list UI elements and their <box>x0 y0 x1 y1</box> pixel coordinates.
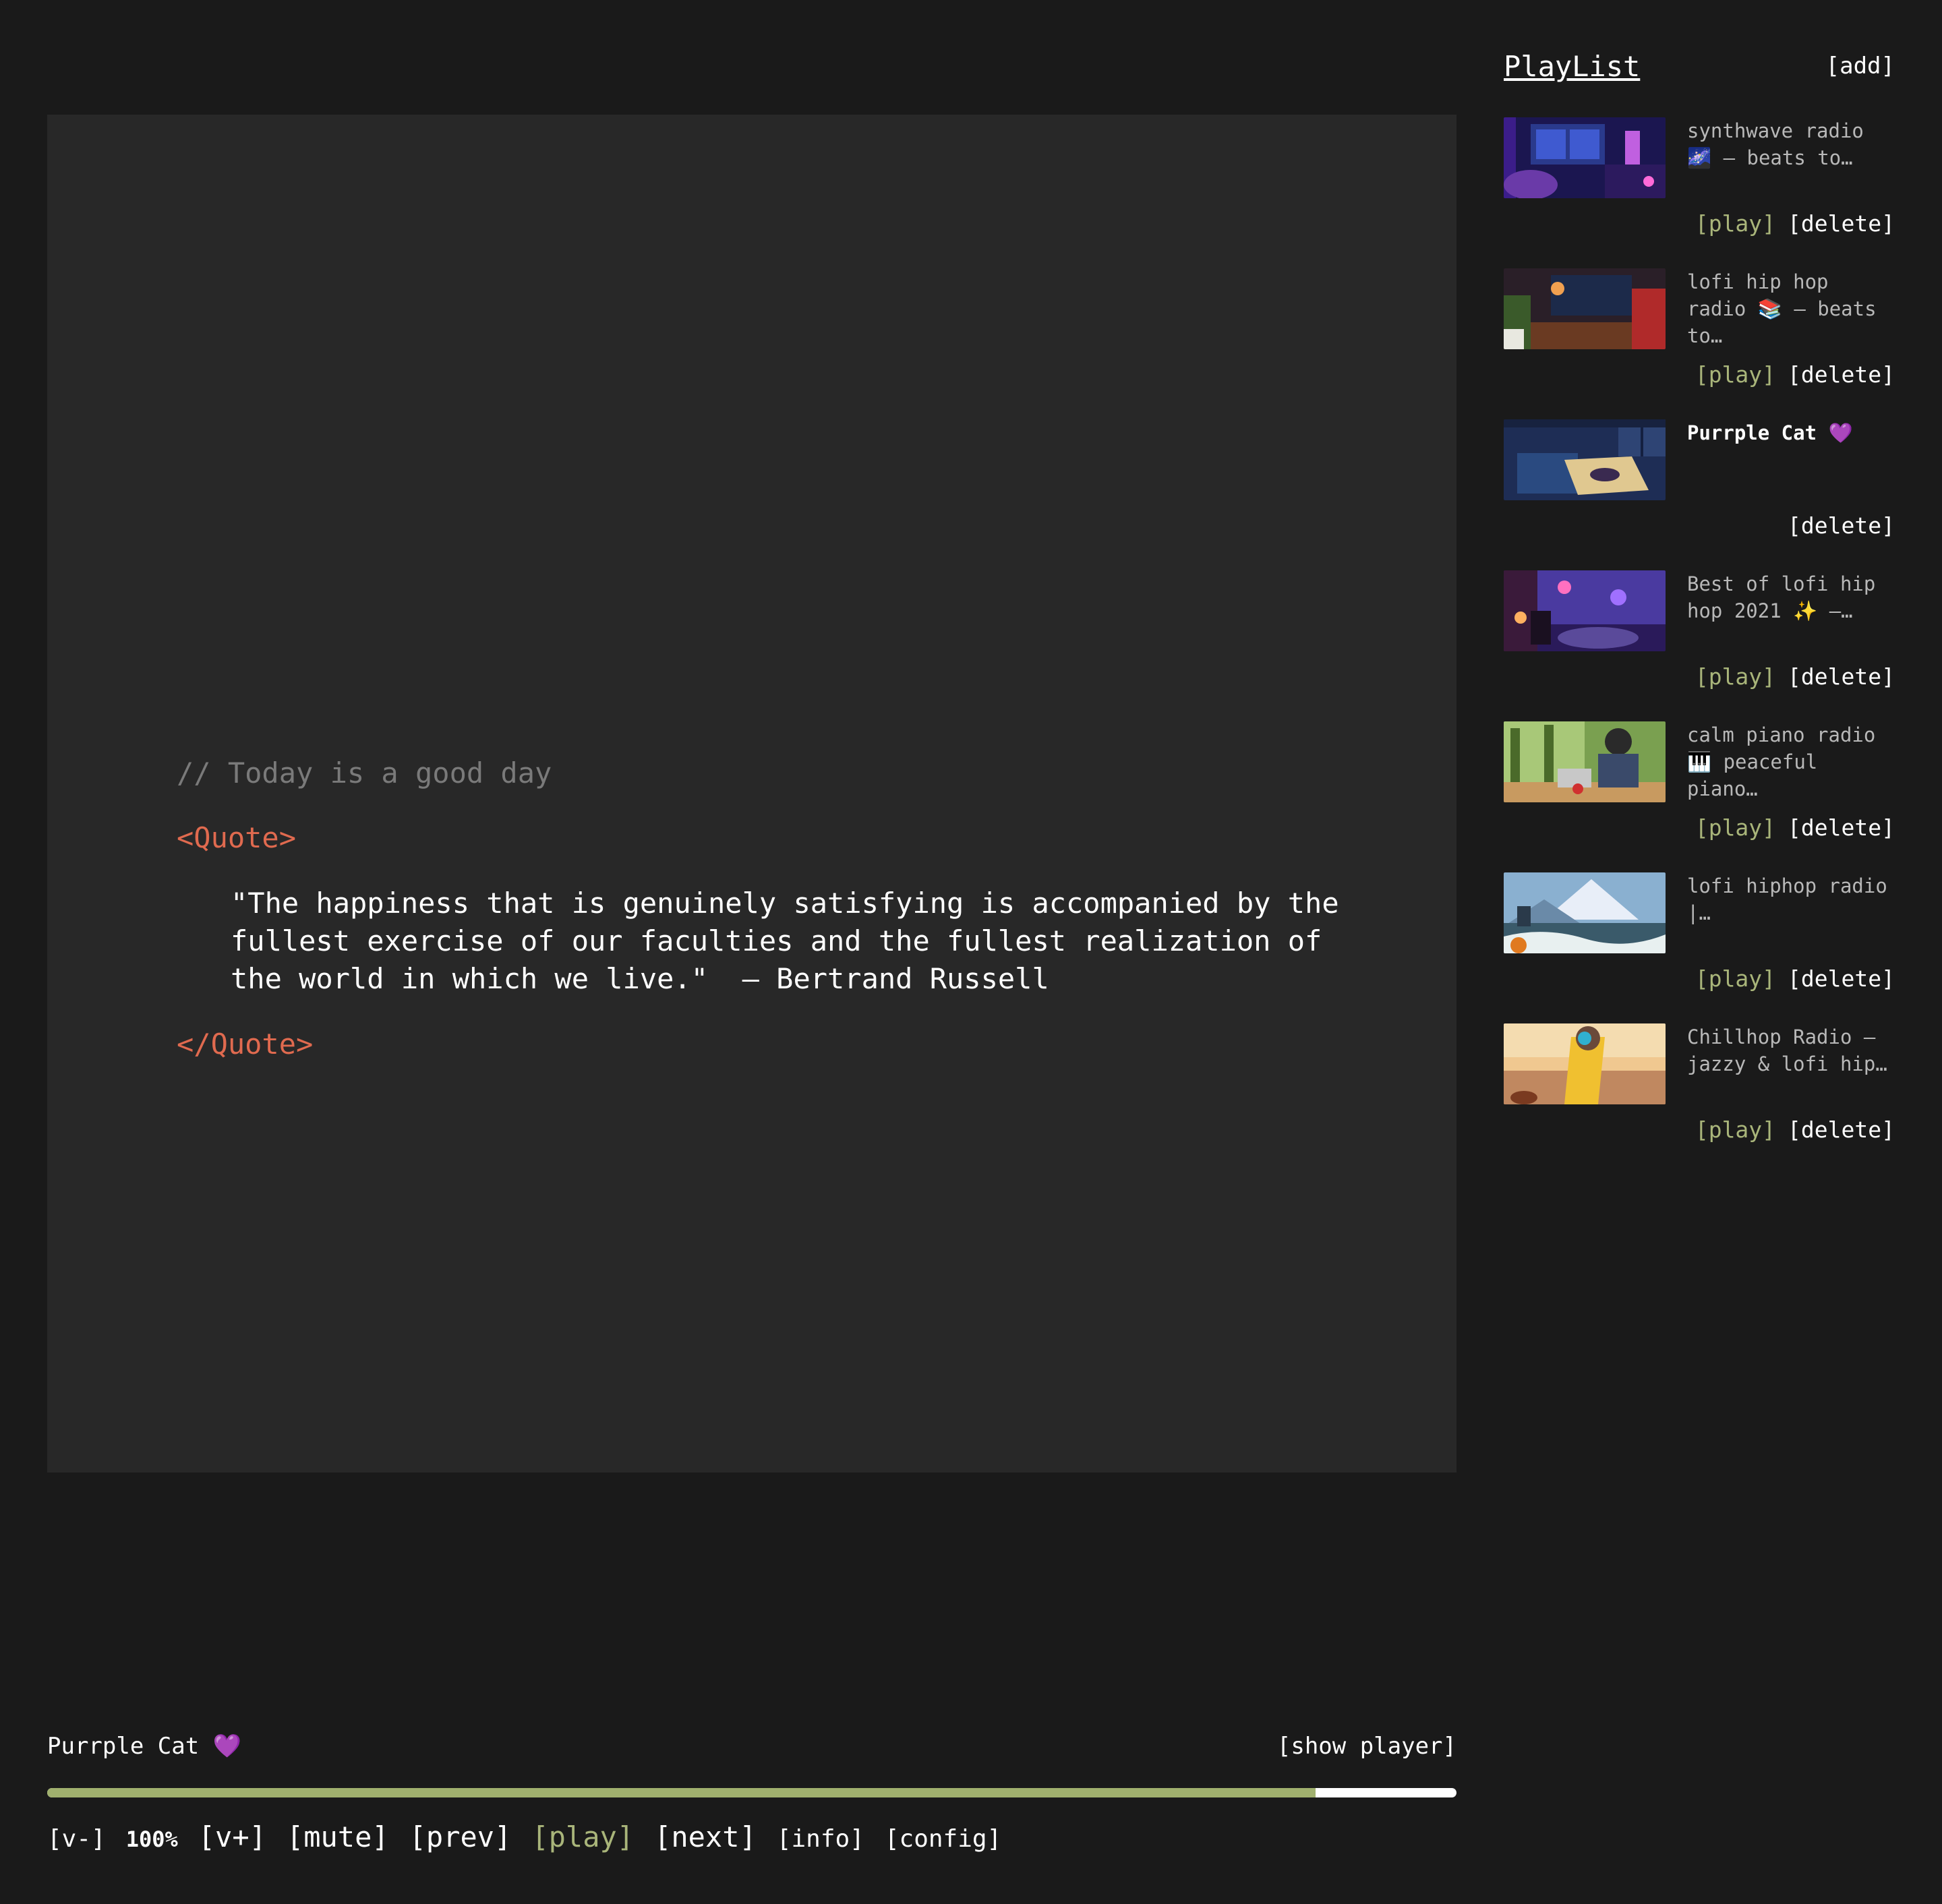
play-button[interactable]: [play] <box>1695 1117 1775 1143</box>
add-button[interactable]: [add] <box>1826 53 1895 80</box>
volume-up-button[interactable]: [v+] <box>198 1820 266 1853</box>
delete-button[interactable]: [delete] <box>1788 814 1895 841</box>
playlist-item-title: calm piano radio🎹 peaceful piano… <box>1687 723 1876 800</box>
app-root: // Today is a good day <Quote> "The happ… <box>0 0 1942 1904</box>
play-button[interactable]: [play] <box>1695 814 1775 841</box>
playlist-item-actions: [play] [delete] <box>1695 663 1895 690</box>
delete-button[interactable]: [delete] <box>1788 1117 1895 1143</box>
mute-button[interactable]: [mute] <box>287 1820 389 1853</box>
thumbnail-image[interactable] <box>1504 117 1666 198</box>
quote-close-tag: </Quote> <box>177 1028 314 1061</box>
playlist-item-title: Chillhop Radio – jazzy & lofi hip… <box>1687 1025 1887 1075</box>
quote-comment: // Today is a good day <box>177 756 552 790</box>
playlist-item[interactable]: Best of lofi hip hop 2021 ✨ –… [play] [de… <box>1504 570 1895 721</box>
quote-open-tag: <Quote> <box>177 821 297 854</box>
prev-button[interactable]: [prev] <box>409 1820 512 1853</box>
play-button[interactable]: [play] <box>531 1820 634 1853</box>
playlist-item-actions: [play] [delete] <box>1695 1117 1895 1143</box>
thumbnail-image[interactable] <box>1504 1023 1666 1104</box>
playlist-item-title: Purrple Cat 💜 <box>1687 421 1853 444</box>
thumbnail-image[interactable] <box>1504 570 1666 651</box>
thumbnail-image[interactable] <box>1504 419 1666 500</box>
config-button[interactable]: [config] <box>885 1825 1001 1853</box>
playlist-item-actions: [play] [delete] <box>1695 965 1895 992</box>
thumbnail-image[interactable] <box>1504 268 1666 349</box>
play-button[interactable]: [play] <box>1695 663 1775 690</box>
quote-panel: // Today is a good day <Quote> "The happ… <box>47 115 1456 1472</box>
quote-text: "The happiness that is genuinely satisfy… <box>231 887 1356 995</box>
playlist-item[interactable]: synthwave radio 🌌 – beats to… [play] [del… <box>1504 117 1895 268</box>
playlist-item[interactable]: calm piano radio🎹 peaceful piano… [play]… <box>1504 721 1895 872</box>
player-controls: [v-] 100% [v+] [mute] [prev] [play] [nex… <box>47 1820 1022 1853</box>
delete-button[interactable]: [delete] <box>1788 512 1895 539</box>
playlist-item[interactable]: lofi hip hop radio 📚 – beats to… [play][… <box>1504 268 1895 419</box>
now-playing-title: Purrple Cat 💜 <box>47 1733 241 1760</box>
quote-block: // Today is a good day <Quote> "The happ… <box>177 755 1377 1063</box>
playlist-item-title: Best of lofi hip hop 2021 ✨ –… <box>1687 572 1887 622</box>
playlist-item-actions: [play] [delete] <box>1695 210 1895 237</box>
thumbnail-image[interactable] <box>1504 872 1666 953</box>
playlist-item-title: synthwave radio 🌌 – beats to… <box>1687 119 1876 169</box>
playlist-item-actions: [delete] <box>1775 512 1895 539</box>
playlist-item-actions: [play] [delete] <box>1695 361 1895 388</box>
volume-down-button[interactable]: [v-] <box>47 1825 106 1853</box>
playlist-item[interactable]: Chillhop Radio – jazzy & lofi hip… [play… <box>1504 1023 1895 1174</box>
delete-button[interactable]: [delete] <box>1788 361 1895 388</box>
playlist-sidebar: PlayList [add] synthwave radio 🌌 – beats… <box>1504 47 1895 1143</box>
progress-fill <box>47 1788 1316 1797</box>
next-button[interactable]: [next] <box>654 1820 757 1853</box>
playlist-item-active[interactable]: Purrple Cat 💜 [delete] <box>1504 419 1895 570</box>
thumbnail-image[interactable] <box>1504 721 1666 802</box>
play-button[interactable]: [play] <box>1695 210 1775 237</box>
progress-bar[interactable] <box>47 1788 1456 1797</box>
play-button[interactable]: [play] <box>1695 361 1775 388</box>
playlist-title[interactable]: PlayList <box>1504 50 1640 83</box>
playlist-item-actions: [play] [delete] <box>1695 814 1895 841</box>
delete-button[interactable]: [delete] <box>1788 210 1895 237</box>
playlist-item[interactable]: lofi hiphop radio |… [play] [delete] <box>1504 872 1895 1023</box>
info-button[interactable]: [info] <box>777 1825 864 1853</box>
volume-level: 100% <box>125 1826 178 1852</box>
delete-button[interactable]: [delete] <box>1788 965 1895 992</box>
delete-button[interactable]: [delete] <box>1788 663 1895 690</box>
play-button[interactable]: [play] <box>1695 965 1775 992</box>
show-player-button[interactable]: [show player] <box>1277 1733 1456 1760</box>
playlist-header: PlayList [add] <box>1504 47 1895 85</box>
playlist-item-title: lofi hiphop radio |… <box>1687 874 1887 924</box>
playlist-item-title: lofi hip hop radio 📚 – beats to… <box>1687 270 1889 347</box>
